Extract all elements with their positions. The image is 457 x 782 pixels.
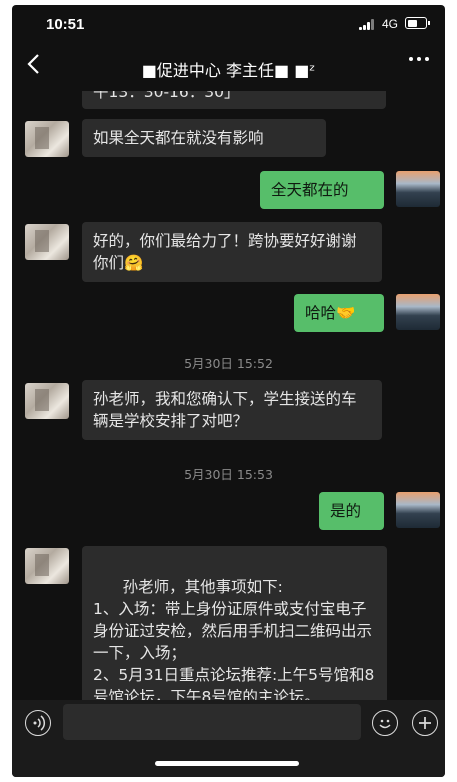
message-bubble-mine[interactable]: 是的 [319,492,384,530]
contact-avatar[interactable] [25,383,69,419]
emoji-icon [379,719,391,729]
contact-avatar[interactable] [25,121,69,157]
phone-screen: 10:51 4G ■促进中心 李主任■ ■ᶻ 午13：30-16：30」 如果全… [12,5,445,777]
emoji-button[interactable] [372,710,398,736]
message-text: 好的，你们最给力了！跨协要好好谢谢你们🤗 [93,232,357,272]
network-type: 4G [382,17,399,31]
message-input[interactable] [63,704,361,740]
status-bar: 10:51 4G [12,5,445,43]
message-bubble-mine[interactable]: 全天都在的 [260,171,384,209]
status-time: 10:51 [46,16,85,33]
my-avatar[interactable] [396,171,440,207]
home-indicator [155,761,299,766]
message-text: 哈哈🤝 [305,304,356,322]
battery-icon [405,17,430,29]
message-text: 孙老师，我和您确认下，学生接送的车辆是学校安排了对吧？ [93,390,357,430]
battery-fill [407,19,418,27]
input-bar [12,700,445,777]
voice-button[interactable] [25,710,51,736]
message-bubble[interactable]: 孙老师，其他事项如下: 1、入场：带上身份证原件或支付宝电子身份证过安检，然后用… [82,546,387,701]
more-dots-icon [409,57,429,61]
message-text: 是的 [330,502,362,520]
message-text: 午13：30-16：30」 [93,91,240,101]
my-avatar[interactable] [396,492,440,528]
add-button[interactable] [412,710,438,736]
message-text: 全天都在的 [271,181,349,199]
timestamp: 5月30日 15:53 [184,467,273,482]
chat-title: ■促进中心 李主任■ ■ᶻ [141,61,316,80]
message-bubble[interactable]: 孙老师，我和您确认下，学生接送的车辆是学校安排了对吧？ [82,380,382,440]
more-button[interactable] [407,47,431,77]
message-text: 孙老师，其他事项如下: 1、入场：带上身份证原件或支付宝电子身份证过安检，然后用… [93,578,375,701]
message-text: 如果全天都在就没有影响 [93,129,264,147]
plus-icon [419,717,431,729]
signal-icon [359,19,377,30]
message-bubble[interactable]: 好的，你们最给力了！跨协要好好谢谢你们🤗 [82,222,382,282]
voice-icon [33,715,46,731]
contact-avatar[interactable] [25,548,69,584]
message-bubble[interactable]: 如果全天都在就没有影响 [82,119,326,157]
contact-avatar[interactable] [25,224,69,260]
message-bubble[interactable]: 午13：30-16：30」 [82,91,386,109]
message-bubble-mine[interactable]: 哈哈🤝 [294,294,384,332]
my-avatar[interactable] [396,294,440,330]
message-list[interactable]: 午13：30-16：30」 如果全天都在就没有影响 全天都在的 好的，你们最给力… [12,91,445,701]
timestamp: 5月30日 15:52 [184,356,273,371]
chat-header: ■促进中心 李主任■ ■ᶻ [12,43,445,91]
